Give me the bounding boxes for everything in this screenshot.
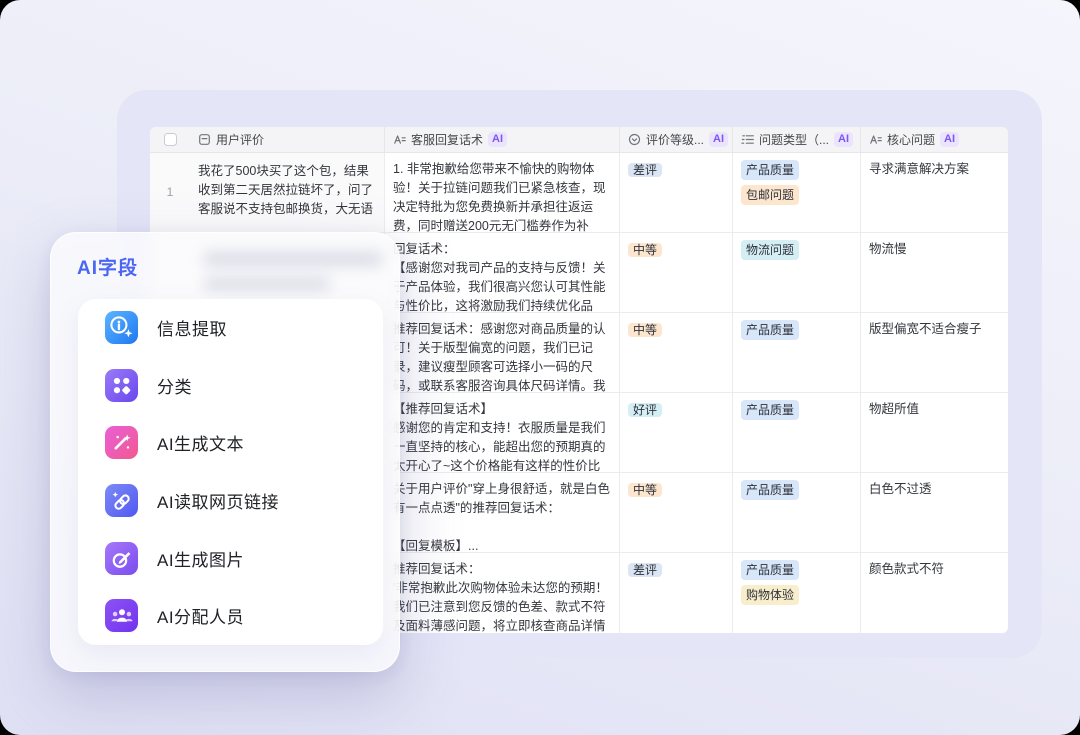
menu-item-label: AI读取网页链接 xyxy=(157,488,279,513)
issue-type-badge: 产品质量 xyxy=(741,160,799,180)
column-label: 问题类型（... xyxy=(759,131,829,148)
issue-type-cell[interactable]: 产品质量 包邮问题 xyxy=(733,153,861,232)
blurred-text-ghost xyxy=(203,251,383,267)
reply-script-cell[interactable]: 1. 非常抱歉给您带来不愉快的购物体验！关于拉链问题我们已紧急核查，现决定特批为… xyxy=(385,153,620,232)
user-review-cell[interactable]: 我花了500块买了这个包，结果收到第二天居然拉链坏了，问了客服说不支持包邮换货，… xyxy=(190,153,385,232)
single-select-icon xyxy=(628,133,641,146)
menu-item-ai-generate-image[interactable]: AI生成图片 xyxy=(78,529,383,587)
multi-select-icon xyxy=(741,133,754,146)
issue-type-badge: 购物体验 xyxy=(741,585,799,605)
menu-item-label: AI生成文本 xyxy=(157,430,244,455)
rating-badge: 差评 xyxy=(628,163,662,177)
rating-badge: 中等 xyxy=(628,483,662,497)
menu-item-ai-read-link[interactable]: AI读取网页链接 xyxy=(78,472,383,530)
core-issue-cell[interactable]: 物流慢 xyxy=(861,233,1008,312)
rating-badge: 中等 xyxy=(628,243,662,257)
rating-cell[interactable]: 差评 xyxy=(620,153,733,232)
issue-type-badge: 产品质量 xyxy=(741,480,799,500)
row-number[interactable]: 1 xyxy=(150,153,190,232)
select-all-checkbox[interactable] xyxy=(164,133,177,146)
ai-text-icon xyxy=(869,133,882,146)
ai-assign-people-icon xyxy=(105,599,138,632)
column-header-core-issue[interactable]: 核心问题 AI xyxy=(861,127,1008,152)
table-header-row: 用户评价 客服回复话术 AI 评价等级... AI xyxy=(150,127,1008,153)
menu-item-label: AI生成图片 xyxy=(157,546,244,571)
issue-type-badge: 物流问题 xyxy=(741,240,799,260)
menu-item-classify[interactable]: 分类 xyxy=(78,357,383,415)
rating-cell[interactable]: 中等 xyxy=(620,233,733,312)
issue-type-cell[interactable]: 物流问题 xyxy=(733,233,861,312)
column-label: 用户评价 xyxy=(216,131,264,148)
issue-type-badge: 包邮问题 xyxy=(741,185,799,205)
rating-cell[interactable]: 中等 xyxy=(620,473,733,552)
menu-item-label: AI分配人员 xyxy=(157,603,244,628)
reply-script-cell[interactable]: 关于用户评价"穿上身很舒适，就是白色有一点点透"的推荐回复话术： 【回复模板】.… xyxy=(385,473,620,552)
reply-script-cell[interactable]: 回复话术： 【感谢您对我司产品的支持与反馈！关于产品体验，我们很高兴您认可其性能… xyxy=(385,233,620,312)
menu-item-ai-assign-people[interactable]: AI分配人员 xyxy=(78,587,383,645)
select-all-cell[interactable] xyxy=(150,127,190,152)
issue-type-badge: 产品质量 xyxy=(741,560,799,580)
ai-text-icon xyxy=(393,133,406,146)
rating-badge: 好评 xyxy=(628,403,662,417)
table-row: 1 我花了500块买了这个包，结果收到第二天居然拉链坏了，问了客服说不支持包邮换… xyxy=(150,153,1008,233)
classify-icon xyxy=(105,369,138,402)
rating-cell[interactable]: 差评 xyxy=(620,553,733,633)
issue-type-badge: 产品质量 xyxy=(741,320,799,340)
ai-fields-panel-title: AI字段 xyxy=(77,253,138,280)
reply-script-cell[interactable]: 推荐回复话术：感谢您对商品质量的认可！关于版型偏宽的问题，我们已记录，建议瘦型顾… xyxy=(385,313,620,392)
core-issue-cell[interactable]: 白色不过透 xyxy=(861,473,1008,552)
column-header-reply-script[interactable]: 客服回复话术 AI xyxy=(385,127,620,152)
column-header-issue-type[interactable]: 问题类型（... AI xyxy=(733,127,861,152)
menu-item-ai-generate-text[interactable]: AI生成文本 xyxy=(78,414,383,472)
ai-fields-panel: AI字段 信息提取 xyxy=(50,232,400,672)
column-label: 客服回复话术 xyxy=(411,131,483,148)
core-issue-cell[interactable]: 版型偏宽不适合瘦子 xyxy=(861,313,1008,392)
column-label: 评价等级... xyxy=(646,131,704,148)
reply-script-cell[interactable]: 推荐回复话术： '非常抱歉此次购物体验未达您的预期！我们已注意到您反馈的色差、款… xyxy=(385,553,620,633)
core-issue-cell[interactable]: 颜色款式不符 xyxy=(861,553,1008,633)
issue-type-cell[interactable]: 产品质量 xyxy=(733,313,861,392)
rating-cell[interactable]: 中等 xyxy=(620,313,733,392)
menu-item-label: 分类 xyxy=(157,373,192,398)
issue-type-cell[interactable]: 产品质量 xyxy=(733,473,861,552)
ai-generate-text-icon xyxy=(105,426,138,459)
column-header-rating-level[interactable]: 评价等级... AI xyxy=(620,127,733,152)
ai-read-link-icon xyxy=(105,484,138,517)
rating-badge: 差评 xyxy=(628,563,662,577)
menu-item-info-extract[interactable]: 信息提取 xyxy=(78,299,383,357)
ai-column-badge: AI xyxy=(834,132,853,147)
issue-type-cell[interactable]: 产品质量 xyxy=(733,393,861,472)
ai-generate-image-icon xyxy=(105,542,138,575)
rating-badge: 中等 xyxy=(628,323,662,337)
core-issue-cell[interactable]: 寻求满意解决方案 xyxy=(861,153,1008,232)
screen-background: 用户评价 客服回复话术 AI 评价等级... AI xyxy=(0,0,1080,735)
ai-column-badge: AI xyxy=(940,132,959,147)
rating-cell[interactable]: 好评 xyxy=(620,393,733,472)
text-cell-icon xyxy=(198,133,211,146)
ai-fields-menu: 信息提取 分类 xyxy=(78,299,383,645)
core-issue-cell[interactable]: 物超所值 xyxy=(861,393,1008,472)
ai-column-badge: AI xyxy=(709,132,728,147)
ai-column-badge: AI xyxy=(488,132,507,147)
blurred-text-ghost xyxy=(203,277,331,291)
reply-script-cell[interactable]: 【推荐回复话术】 感谢您的肯定和支持！衣服质量是我们一直坚持的核心，能超出您的预… xyxy=(385,393,620,472)
info-extract-icon xyxy=(105,311,138,344)
issue-type-cell[interactable]: 产品质量 购物体验 xyxy=(733,553,861,633)
column-header-user-review[interactable]: 用户评价 xyxy=(190,127,385,152)
issue-type-badge: 产品质量 xyxy=(741,400,799,420)
column-label: 核心问题 xyxy=(887,131,935,148)
menu-item-label: 信息提取 xyxy=(157,315,227,340)
